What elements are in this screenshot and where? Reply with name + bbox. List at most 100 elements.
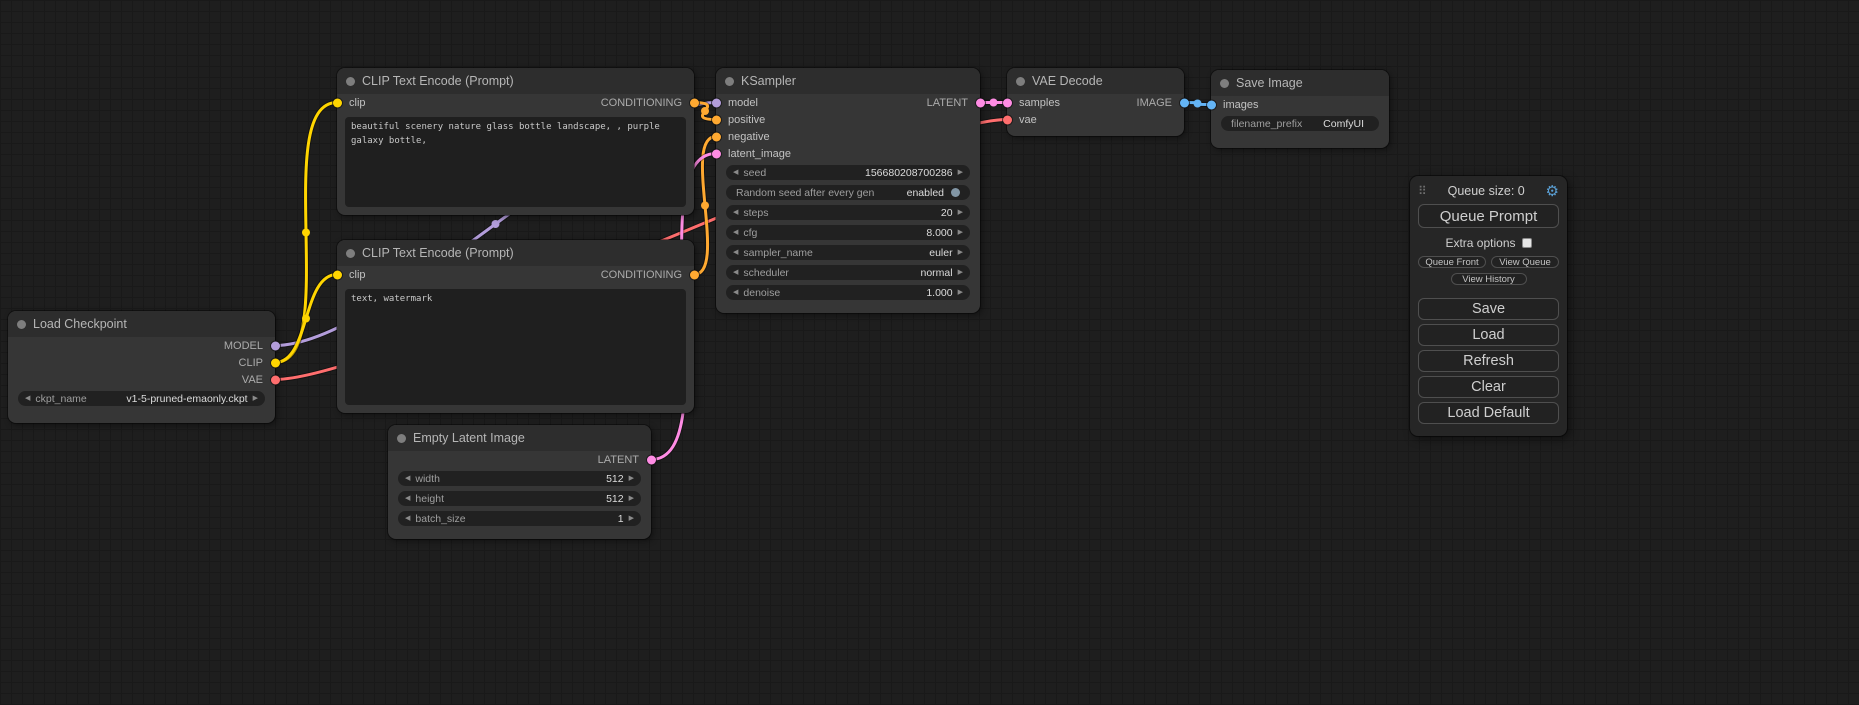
queue-prompt-button[interactable]: Queue Prompt [1418, 204, 1559, 228]
decrement-arrow-icon[interactable]: ◀ [25, 395, 30, 402]
negative-prompt-textarea[interactable]: text, watermark [345, 289, 686, 405]
port-conditioning-output[interactable] [690, 270, 699, 279]
decrement-arrow-icon[interactable]: ◀ [733, 249, 738, 256]
widget-value: 20 [941, 207, 953, 219]
decrement-arrow-icon[interactable]: ◀ [733, 169, 738, 176]
collapse-dot-icon[interactable] [1016, 77, 1025, 86]
port-clip-input[interactable] [333, 98, 342, 107]
widget-name: seed [743, 167, 766, 179]
widget-denoise[interactable]: ◀ denoise 1.000 ▶ [726, 285, 970, 300]
node-title: Empty Latent Image [413, 431, 525, 445]
view-queue-button[interactable]: View Queue [1491, 256, 1559, 268]
widget-scheduler[interactable]: ◀ scheduler normal ▶ [726, 265, 970, 280]
widget-name: cfg [743, 227, 757, 239]
widget-seed[interactable]: ◀ seed 156680208700286 ▶ [726, 165, 970, 180]
decrement-arrow-icon[interactable]: ◀ [733, 289, 738, 296]
node-vae-decode[interactable]: VAE Decode samples IMAGE vae [1007, 68, 1184, 136]
extra-options-row: Extra options [1418, 236, 1559, 250]
port-samples-input[interactable] [1003, 98, 1012, 107]
save-button[interactable]: Save [1418, 298, 1559, 320]
port-vae-output[interactable] [271, 375, 280, 384]
decrement-arrow-icon[interactable]: ◀ [733, 229, 738, 236]
settings-gear-icon[interactable]: ⚙ [1546, 184, 1559, 199]
port-model-input[interactable] [712, 98, 721, 107]
port-image-output[interactable] [1180, 98, 1189, 107]
decrement-arrow-icon[interactable]: ◀ [733, 269, 738, 276]
queue-front-button[interactable]: Queue Front [1418, 256, 1486, 268]
decrement-arrow-icon[interactable]: ◀ [405, 495, 410, 502]
widget-ckpt-name[interactable]: ◀ ckpt_name v1-5-pruned-emaonly.ckpt ▶ [18, 391, 265, 406]
node-clip-text-encode-positive[interactable]: CLIP Text Encode (Prompt) clip CONDITION… [337, 68, 694, 215]
increment-arrow-icon[interactable]: ▶ [958, 269, 963, 276]
decrement-arrow-icon[interactable]: ◀ [405, 515, 410, 522]
node-title-bar[interactable]: Load Checkpoint [8, 311, 275, 337]
widget-random-seed-toggle[interactable]: Random seed after every gen enabled [726, 185, 970, 200]
positive-prompt-textarea[interactable]: beautiful scenery nature glass bottle la… [345, 117, 686, 207]
increment-arrow-icon[interactable]: ▶ [629, 495, 634, 502]
view-history-button[interactable]: View History [1451, 273, 1527, 285]
port-model-output[interactable] [271, 341, 280, 350]
increment-arrow-icon[interactable]: ▶ [958, 169, 963, 176]
port-latent-output[interactable] [976, 98, 985, 107]
port-latent-output[interactable] [647, 455, 656, 464]
widget-sampler-name[interactable]: ◀ sampler_name euler ▶ [726, 245, 970, 260]
slot-row: images [1211, 96, 1389, 113]
widget-height[interactable]: ◀ height 512 ▶ [398, 491, 641, 506]
increment-arrow-icon[interactable]: ▶ [629, 475, 634, 482]
node-clip-text-encode-negative[interactable]: CLIP Text Encode (Prompt) clip CONDITION… [337, 240, 694, 413]
decrement-arrow-icon[interactable]: ◀ [733, 209, 738, 216]
load-default-button[interactable]: Load Default [1418, 402, 1559, 424]
collapse-dot-icon[interactable] [1220, 79, 1229, 88]
collapse-dot-icon[interactable] [346, 249, 355, 258]
node-load-checkpoint[interactable]: Load Checkpoint MODEL CLIP VAE ◀ ckpt_na… [8, 311, 275, 423]
node-empty-latent-image[interactable]: Empty Latent Image LATENT ◀ width 512 ▶ … [388, 425, 651, 539]
node-title-bar[interactable]: KSampler [716, 68, 980, 94]
increment-arrow-icon[interactable]: ▶ [958, 249, 963, 256]
refresh-button[interactable]: Refresh [1418, 350, 1559, 372]
increment-arrow-icon[interactable]: ▶ [253, 395, 258, 402]
widget-name: batch_size [415, 513, 465, 525]
node-title-bar[interactable]: Save Image [1211, 70, 1389, 96]
load-button[interactable]: Load [1418, 324, 1559, 346]
clear-button[interactable]: Clear [1418, 376, 1559, 398]
drag-handle-icon[interactable]: ⠿ [1418, 184, 1427, 198]
widget-batch-size[interactable]: ◀ batch_size 1 ▶ [398, 511, 641, 526]
collapse-dot-icon[interactable] [397, 434, 406, 443]
port-clip-input[interactable] [333, 270, 342, 279]
port-negative-input[interactable] [712, 132, 721, 141]
port-conditioning-output[interactable] [690, 98, 699, 107]
node-save-image[interactable]: Save Image images filename_prefix ComfyU… [1211, 70, 1389, 148]
port-positive-input[interactable] [712, 115, 721, 124]
queue-size-label: Queue size: 0 [1427, 184, 1546, 198]
increment-arrow-icon[interactable]: ▶ [958, 289, 963, 296]
increment-arrow-icon[interactable]: ▶ [958, 209, 963, 216]
increment-arrow-icon[interactable]: ▶ [629, 515, 634, 522]
slot-row: CLIP [8, 354, 275, 371]
decrement-arrow-icon[interactable]: ◀ [405, 475, 410, 482]
port-clip-output[interactable] [271, 358, 280, 367]
extra-options-checkbox[interactable] [1522, 238, 1532, 248]
port-vae-input[interactable] [1003, 115, 1012, 124]
input-label: clip [349, 269, 366, 281]
widget-steps[interactable]: ◀ steps 20 ▶ [726, 205, 970, 220]
node-title-bar[interactable]: CLIP Text Encode (Prompt) [337, 68, 694, 94]
port-images-input[interactable] [1207, 100, 1216, 109]
slot-row: vae [1007, 111, 1184, 128]
node-title-bar[interactable]: VAE Decode [1007, 68, 1184, 94]
node-title-bar[interactable]: CLIP Text Encode (Prompt) [337, 240, 694, 266]
increment-arrow-icon[interactable]: ▶ [958, 229, 963, 236]
widget-width[interactable]: ◀ width 512 ▶ [398, 471, 641, 486]
widget-filename-prefix[interactable]: filename_prefix ComfyUI [1221, 116, 1379, 131]
widget-name: Random seed after every gen [736, 187, 874, 199]
output-label: VAE [242, 374, 263, 386]
port-latent-image-input[interactable] [712, 149, 721, 158]
widget-cfg[interactable]: ◀ cfg 8.000 ▶ [726, 225, 970, 240]
collapse-dot-icon[interactable] [725, 77, 734, 86]
node-graph-canvas[interactable]: Load Checkpoint MODEL CLIP VAE ◀ ckpt_na… [0, 0, 1859, 705]
toggle-knob-icon[interactable] [951, 188, 960, 197]
collapse-dot-icon[interactable] [346, 77, 355, 86]
collapse-dot-icon[interactable] [17, 320, 26, 329]
node-ksampler[interactable]: KSampler model LATENT positive negative … [716, 68, 980, 313]
node-title-bar[interactable]: Empty Latent Image [388, 425, 651, 451]
widget-name: steps [743, 207, 768, 219]
